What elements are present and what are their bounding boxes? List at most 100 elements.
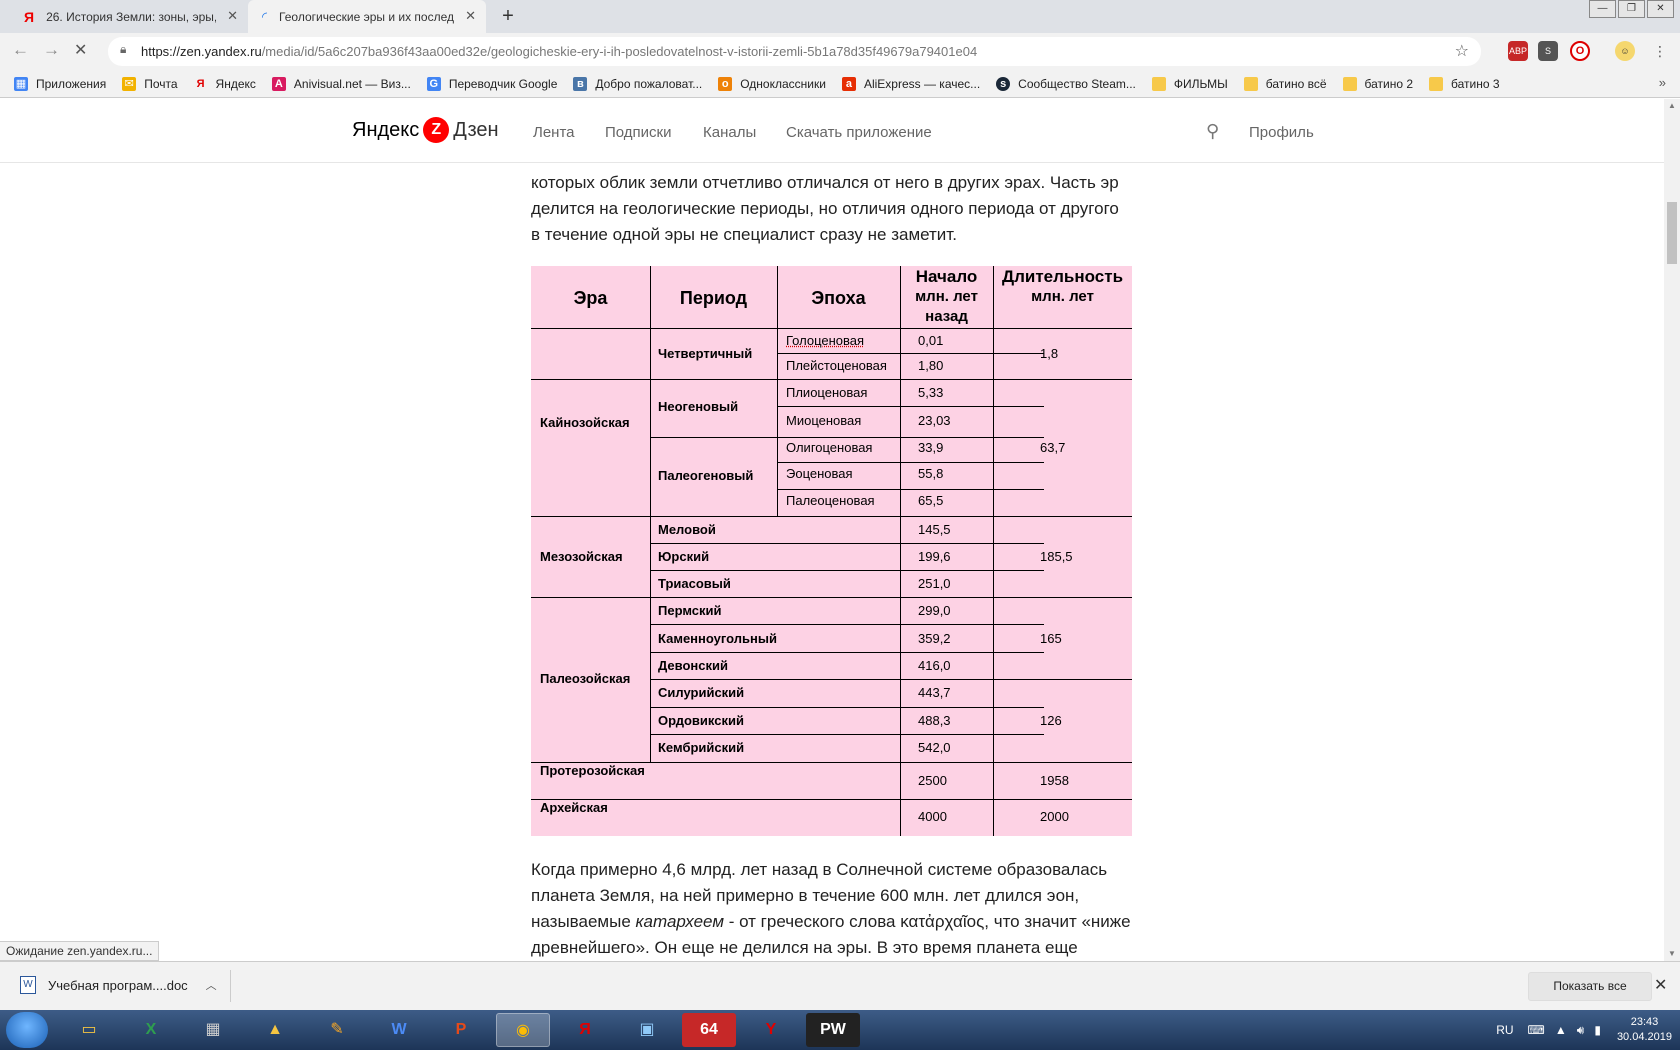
bookmark-folder-2[interactable]: батино 2 <box>1342 76 1413 91</box>
stop-icon[interactable]: ✕ <box>74 40 87 60</box>
show-all-downloads-button[interactable]: Показать все <box>1528 972 1652 1001</box>
search-icon[interactable]: ⚲ <box>1206 121 1219 142</box>
start-value: 55,8 <box>918 466 944 481</box>
forward-icon[interactable]: → <box>43 40 60 60</box>
bookmark-folder-1[interactable]: батино всё <box>1243 76 1327 91</box>
bookmark-odnoklassniki[interactable]: о Одноклассники <box>718 76 826 91</box>
period-jurassic: Юрский <box>658 549 710 564</box>
bookmark-folder-films[interactable]: ФИЛЬМЫ <box>1151 76 1228 91</box>
start-value: 2500 <box>918 773 947 788</box>
extension-s-icon[interactable]: S <box>1538 41 1558 61</box>
minimize-button[interactable]: — <box>1589 0 1616 18</box>
new-tab-button[interactable]: + <box>495 5 521 29</box>
period-paleogene: Палеогеновый <box>658 468 754 483</box>
paint-icon[interactable]: ✎ <box>310 1013 364 1047</box>
close-icon[interactable]: ✕ <box>465 8 476 24</box>
era-proterozoic: Протерозойская <box>540 763 645 778</box>
period-quaternary: Четвертичный <box>658 346 753 361</box>
app-64-icon[interactable]: 64 <box>682 1013 736 1047</box>
epoch-pliocene: Плиоценовая <box>786 385 868 400</box>
period-triassic: Триасовый <box>658 576 731 591</box>
tab-history-earth[interactable]: Я 26. История Земли: зоны, эры, п ✕ <box>10 0 248 33</box>
bookmark-apps[interactable]: ▦ Приложения <box>14 76 106 91</box>
chrome-icon[interactable]: ◉ <box>496 1013 550 1047</box>
scroll-up-icon[interactable]: ▲ <box>1668 101 1676 110</box>
app-triangle-icon[interactable]: ▲ <box>248 1013 302 1047</box>
header-era: Эра <box>573 288 608 308</box>
start-value: 488,3 <box>918 713 951 728</box>
start-value: 65,5 <box>918 493 944 508</box>
bookmark-mail[interactable]: ✉ Почта <box>122 76 178 91</box>
start-value: 33,9 <box>918 440 944 455</box>
save-disk-icon[interactable]: ▣ <box>620 1013 674 1047</box>
bookmark-star-icon[interactable]: ☆ <box>1455 41 1469 61</box>
volume-icon[interactable]: 🔊︎ <box>1577 1023 1585 1038</box>
bookmark-yandex[interactable]: Я Яндекс <box>194 77 256 91</box>
bookmark-folder-3[interactable]: батино 3 <box>1429 76 1500 91</box>
yandex-browser-icon[interactable]: Y <box>744 1013 798 1047</box>
close-window-button[interactable]: ✕ <box>1647 0 1674 18</box>
duration-value: 1958 <box>1040 773 1069 788</box>
nav-subscriptions[interactable]: Подписки <box>605 124 672 141</box>
chevron-up-icon[interactable]: ︿ <box>206 977 217 993</box>
header-period: Период <box>679 288 748 308</box>
tab-geological-eras[interactable]: ◜ Геологические эры и их послед ✕ <box>248 0 486 33</box>
pw-icon[interactable]: PW <box>806 1013 860 1047</box>
scroll-down-icon[interactable]: ▼ <box>1668 949 1676 958</box>
tray-expand-icon[interactable]: ▲ <box>1555 1023 1567 1037</box>
start-button[interactable] <box>6 1012 48 1048</box>
bookmark-google-translate[interactable]: G Переводчик Google <box>426 76 557 91</box>
yandex-icon: Я <box>24 8 35 25</box>
duration-value: 165 <box>1040 631 1062 646</box>
logo-zen-text: Дзен <box>453 118 499 141</box>
duration-value: 63,7 <box>1040 440 1066 455</box>
opera-icon[interactable]: O <box>1570 41 1590 61</box>
excel-icon[interactable]: X <box>124 1013 178 1047</box>
explorer-icon[interactable]: ▭ <box>62 1013 116 1047</box>
paragraph-line: в течение одной эры не специалист сразу … <box>531 225 957 244</box>
avatar[interactable]: ☺ <box>1615 41 1635 61</box>
scroll-thumb[interactable] <box>1667 202 1677 264</box>
word-icon[interactable]: W <box>372 1013 426 1047</box>
nav-feed[interactable]: Лента <box>533 124 575 141</box>
close-icon[interactable]: ✕ <box>227 8 238 24</box>
close-icon[interactable]: ✕ <box>1654 975 1667 995</box>
download-item[interactable]: W Учебная програм....doc ︿ <box>20 976 217 994</box>
bookmark-anivisual[interactable]: A Anivisual.net — Виз... <box>271 76 411 91</box>
paragraph-line: Когда примерно 4,6 млрд. лет назад в Сол… <box>531 860 1108 879</box>
start-value: 416,0 <box>918 658 951 673</box>
era-archean: Архейская <box>540 800 608 815</box>
menu-icon[interactable]: ⋮ <box>1650 41 1670 61</box>
zen-logo[interactable]: Яндекс Z Дзен <box>352 117 499 143</box>
folder-icon <box>1429 76 1444 91</box>
clock[interactable]: 23:43 30.04.2019 <box>1617 1015 1672 1045</box>
translate-icon: G <box>426 76 441 91</box>
adblock-icon[interactable]: ABP <box>1508 41 1528 61</box>
restore-button[interactable]: ❐ <box>1618 0 1645 18</box>
bookmark-aliexpress[interactable]: a AliExpress — качес... <box>841 76 980 91</box>
powerpoint-icon[interactable]: P <box>434 1013 488 1047</box>
nav-channels[interactable]: Каналы <box>703 124 756 141</box>
aliexpress-icon: a <box>841 76 856 91</box>
lock-icon: 🔒︎ <box>120 42 127 56</box>
header-start: Начало млн. лет назад <box>915 267 978 325</box>
profile-link[interactable]: Профиль <box>1249 124 1314 141</box>
period-cretaceous: Меловой <box>658 522 716 537</box>
nav-download-app[interactable]: Скачать приложение <box>786 124 932 141</box>
vk-icon: в <box>573 76 588 91</box>
keyboard-icon[interactable]: ⌨ <box>1528 1023 1545 1037</box>
duration-value: 1,8 <box>1040 346 1059 361</box>
network-icon[interactable]: ▮ <box>1594 1023 1601 1037</box>
download-filename: Учебная програм....doc <box>48 977 188 993</box>
address-bar[interactable]: 🔒︎ https://zen.yandex.ru/media/id/5a6c20… <box>108 37 1481 66</box>
language-indicator[interactable]: RU <box>1496 1023 1513 1037</box>
page-scrollbar[interactable]: ▲ ▼ <box>1664 99 1680 961</box>
bookmark-vk[interactable]: в Добро пожаловат... <box>573 76 702 91</box>
bookmark-steam[interactable]: s Сообщество Steam... <box>996 76 1136 91</box>
yandex-icon[interactable]: Я <box>558 1013 612 1047</box>
duration-value: 2000 <box>1040 809 1069 824</box>
back-icon[interactable]: ← <box>12 40 29 60</box>
calculator-icon[interactable]: ▦ <box>186 1013 240 1047</box>
chevron-right-icon[interactable]: » <box>1659 75 1666 90</box>
start-value: 5,33 <box>918 385 944 400</box>
